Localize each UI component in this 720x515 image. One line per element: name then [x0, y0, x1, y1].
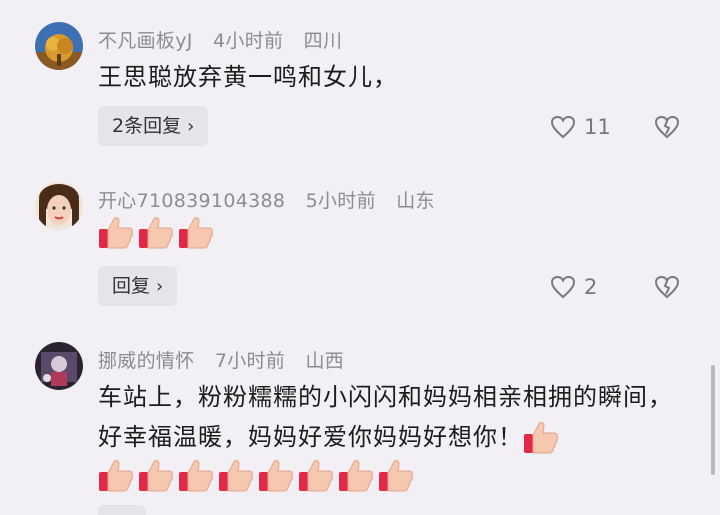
reply-label: 2条回复 — [112, 115, 182, 137]
comment-meta: 不凡画板yJ 4小时前 四川 — [98, 26, 356, 53]
chevron-right-icon: › — [187, 116, 195, 137]
thumbs-up-emoji — [99, 217, 133, 249]
comment-emojis — [98, 215, 218, 251]
thumbs-up-emoji — [379, 460, 413, 492]
username[interactable]: 开心710839104388 — [98, 190, 285, 212]
dislike-button[interactable] — [654, 267, 680, 307]
comment-text-content: 车站上，粉粉糯糯的小闪闪和妈妈相亲相拥的瞬间，好幸福温暖，妈妈好爱你妈妈好想你！ — [98, 383, 673, 451]
timestamp: 5小时前 — [305, 190, 376, 212]
like-count: 11 — [584, 115, 611, 139]
avatar[interactable] — [35, 342, 83, 390]
thumbs-up-emoji — [179, 460, 213, 492]
reply-button[interactable]: 回复 › — [98, 266, 178, 306]
comment-text: 王思聪放弃黄一鸣和女儿， — [98, 63, 398, 91]
comment-meta: 开心710839104388 5小时前 山东 — [98, 186, 449, 213]
like-button[interactable]: 11 — [550, 107, 611, 147]
heart-outline-icon — [550, 275, 576, 299]
location: 山东 — [396, 190, 435, 212]
thumbs-up-emoji — [259, 460, 293, 492]
username[interactable]: 挪威的情怀 — [98, 350, 195, 372]
username[interactable]: 不凡画板yJ — [98, 30, 193, 52]
timestamp: 4小时前 — [213, 30, 284, 52]
location: 山西 — [305, 350, 345, 372]
thumbs-up-emoji — [139, 217, 173, 249]
thumbs-up-emoji — [219, 460, 253, 492]
thumbs-up-emoji — [524, 422, 558, 454]
timestamp: 7小时前 — [214, 350, 286, 372]
thumbs-up-emoji — [139, 460, 173, 492]
comment-meta: 挪威的情怀 7小时前 山西 — [98, 346, 358, 373]
reply-button-partial[interactable] — [98, 505, 146, 515]
broken-heart-icon — [654, 115, 680, 139]
like-count: 2 — [584, 275, 598, 299]
view-replies-button[interactable]: 2条回复 › — [98, 106, 209, 146]
scrollbar[interactable] — [711, 365, 715, 475]
thumbs-up-emoji — [299, 460, 333, 492]
thumbs-up-emoji — [179, 217, 213, 249]
comment-text: 车站上，粉粉糯糯的小闪闪和妈妈相亲相拥的瞬间，好幸福温暖，妈妈好爱你妈妈好想你！ — [98, 377, 682, 457]
broken-heart-icon — [654, 275, 680, 299]
like-button[interactable]: 2 — [550, 267, 597, 307]
thumbs-up-emoji — [99, 460, 133, 492]
dislike-button[interactable] — [654, 107, 680, 147]
avatar[interactable] — [35, 182, 83, 230]
comment-emojis — [98, 458, 418, 494]
inline-emojis — [523, 422, 563, 454]
heart-outline-icon — [550, 115, 576, 139]
avatar[interactable] — [35, 22, 83, 70]
thumbs-up-emoji — [339, 460, 373, 492]
reply-label: 回复 — [112, 275, 151, 297]
location: 四川 — [303, 30, 343, 52]
chevron-right-icon: › — [156, 276, 164, 297]
